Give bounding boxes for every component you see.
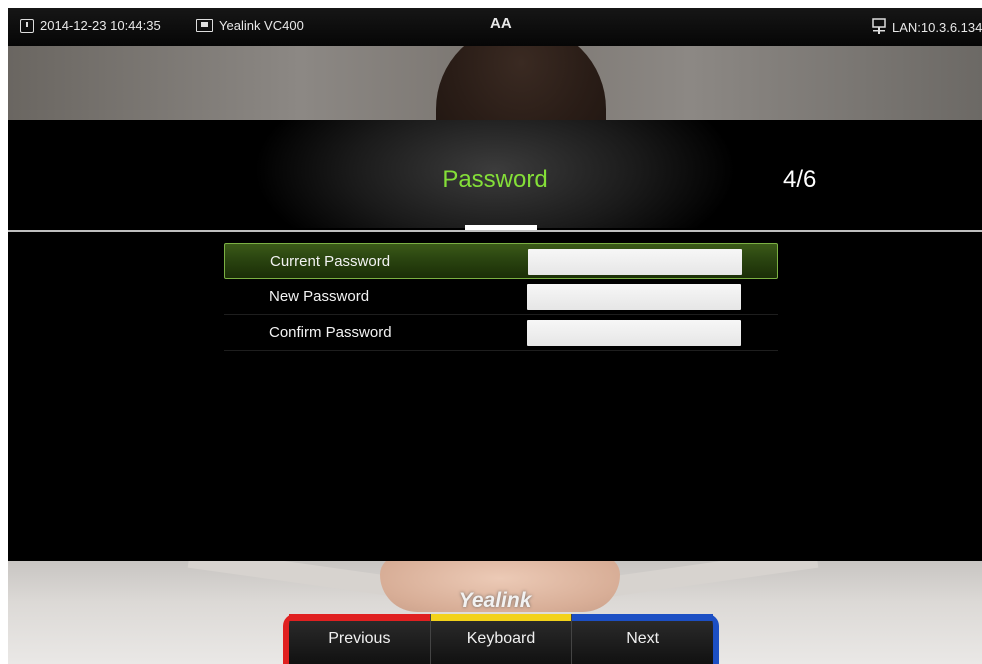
password-form: Current Password New Password Confirm Pa… [224,243,778,351]
settings-panel: Password 4/6 Current Password New Passwo… [8,120,982,561]
current-password-label: Current Password [270,253,391,270]
previous-button[interactable]: Previous [283,614,431,664]
previous-label: Previous [328,630,391,647]
screen: 2014-12-23 10:44:35 Yealink VC400 AA LAN… [8,8,982,664]
status-network: LAN:10.3.6.134 [872,18,982,37]
clock-icon [20,18,34,33]
new-password-row[interactable]: New Password [224,279,778,315]
yealink-logo: Yealink [458,589,532,612]
confirm-password-label: Confirm Password [269,324,392,341]
current-password-field[interactable] [528,249,742,275]
status-device: Yealink VC400 [196,18,304,33]
page-counter: 4/6 [783,166,817,193]
next-accent [572,614,714,621]
current-password-row[interactable]: Current Password [224,243,778,279]
network-address: LAN:10.3.6.134 [892,20,982,35]
monitor-icon [196,19,213,32]
status-bar: 2014-12-23 10:44:35 Yealink VC400 AA LAN… [8,8,982,46]
keyboard-accent [430,614,572,621]
datetime-text: 2014-12-23 10:44:35 [40,18,161,33]
keyboard-label: Keyboard [466,630,536,647]
previous-accent [289,614,430,621]
status-datetime: 2014-12-23 10:44:35 [20,18,161,33]
confirm-password-row[interactable]: Confirm Password [224,315,778,351]
device-name: Yealink VC400 [219,18,304,33]
keyboard-button[interactable]: Keyboard [430,614,573,664]
confirm-password-field[interactable] [527,320,741,346]
network-icon [872,18,886,37]
page-title: Password [442,166,548,193]
softkey-bar: Previous Keyboard Next [283,614,720,664]
new-password-label: New Password [269,288,370,305]
new-password-field[interactable] [527,284,741,310]
next-label: Next [626,630,660,647]
next-button[interactable]: Next [572,614,720,664]
panel-header: Password 4/6 [8,120,982,230]
header-divider [8,230,982,232]
font-size-indicator: AA [490,15,512,32]
